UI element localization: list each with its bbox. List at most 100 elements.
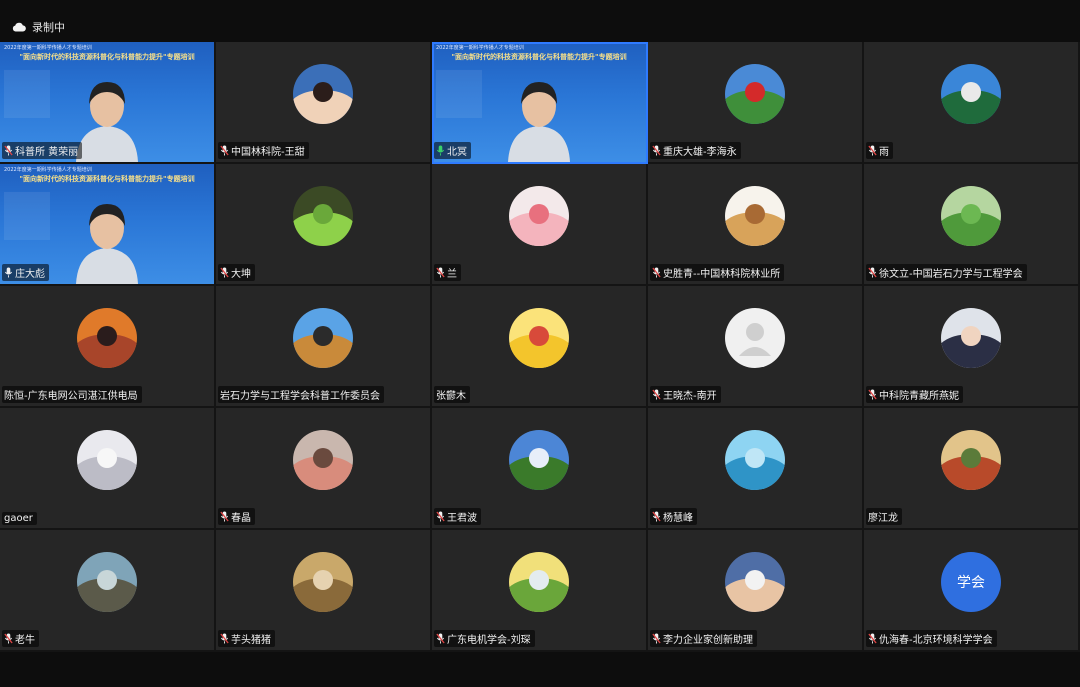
lily-pads-avatar bbox=[941, 186, 1001, 246]
mic-muted-icon bbox=[436, 511, 445, 522]
mic-muted-icon bbox=[436, 633, 445, 644]
participant-name-label: 雨 bbox=[866, 142, 893, 159]
participant-name-label: 重庆大雄-李海永 bbox=[650, 142, 741, 159]
participant-name: 雨 bbox=[879, 147, 889, 158]
participant-tile[interactable]: 老牛 bbox=[0, 530, 216, 652]
participant-name-label: 春晶 bbox=[218, 508, 255, 525]
mic-muted-icon bbox=[652, 389, 661, 400]
landscape-flowers-avatar bbox=[725, 64, 785, 124]
participant-name: 陈恒-广东电网公司湛江供电局 bbox=[4, 391, 138, 402]
bottom-bar bbox=[0, 652, 1080, 687]
participant-tile[interactable]: 王君波 bbox=[432, 408, 648, 530]
participant-tile[interactable]: 杨慧峰 bbox=[648, 408, 864, 530]
participant-tile[interactable]: 春晶 bbox=[216, 408, 432, 530]
slide-subtitle: 2022年度第一期科学传播人才专题培训 bbox=[436, 45, 524, 51]
participant-tile[interactable]: 2022年度第一期科学传播人才专题培训 "面向新时代的科技资源科普化与科普能力提升… bbox=[0, 164, 216, 286]
slide-agenda-box bbox=[4, 192, 50, 240]
participant-name: 兰 bbox=[447, 269, 457, 280]
mic-muted-icon bbox=[868, 145, 877, 156]
participant-tile[interactable]: 李力企业家创新助理 bbox=[648, 530, 864, 652]
participant-tile[interactable]: gaoer bbox=[0, 408, 216, 530]
slide-banner-title: "面向新时代的科技资源科普化与科普能力提升"专题培训 bbox=[19, 175, 195, 183]
participant-video-feed bbox=[76, 82, 138, 162]
participant-tile[interactable]: 广东电机学会-刘琛 bbox=[432, 530, 648, 652]
cartoon-man-hat-avatar bbox=[725, 186, 785, 246]
recording-indicator[interactable]: 录制中 bbox=[12, 19, 65, 35]
cartoon-character-avatar bbox=[293, 552, 353, 612]
participant-name-label: 李力企业家创新助理 bbox=[650, 630, 757, 647]
participant-name-label: 庄大彪 bbox=[2, 264, 49, 281]
participant-name: 史胜青--中国林科院林业所 bbox=[663, 269, 781, 280]
participant-tile[interactable]: 史胜青--中国林科院林业所 bbox=[648, 164, 864, 286]
mic-muted-icon bbox=[4, 145, 13, 156]
participant-tile[interactable]: 重庆大雄-李海永 bbox=[648, 42, 864, 164]
participant-video-feed bbox=[508, 82, 570, 162]
slide-subtitle: 2022年度第一期科学传播人才专题培训 bbox=[4, 45, 92, 51]
participant-tile[interactable]: 廖江龙 bbox=[864, 408, 1080, 530]
slide-agenda-box bbox=[4, 70, 50, 118]
participant-tile[interactable]: 兰 bbox=[432, 164, 648, 286]
participant-name-label: 陈恒-广东电网公司湛江供电局 bbox=[2, 386, 142, 403]
mic-muted-icon bbox=[652, 267, 661, 278]
participant-tile[interactable]: 陈恒-广东电网公司湛江供电局 bbox=[0, 286, 216, 408]
participant-name: 张鬱木 bbox=[436, 391, 466, 402]
participant-tile[interactable]: 芋头猪猪 bbox=[216, 530, 432, 652]
participant-name-label: 中国林科院-王甜 bbox=[218, 142, 309, 159]
participant-name: 仇海春-北京环境科学学会 bbox=[879, 635, 993, 646]
participant-name: 徐文立-中国岩石力学与工程学会 bbox=[879, 269, 1023, 280]
slide-subtitle: 2022年度第一期科学传播人才专题培训 bbox=[4, 167, 92, 173]
participant-name-label: 史胜青--中国林科院林业所 bbox=[650, 264, 785, 281]
sea-avatar bbox=[725, 430, 785, 490]
participant-name: 中科院青藏所燕妮 bbox=[879, 391, 959, 402]
participant-name: 岩石力学与工程学会科普工作委员会 bbox=[220, 391, 380, 402]
participant-name: 重庆大雄-李海永 bbox=[663, 147, 737, 158]
pikachu-avatar bbox=[509, 308, 569, 368]
participant-name-label: 王晓杰-南开 bbox=[650, 386, 721, 403]
participant-name-label: 科普所 黄荣丽 bbox=[2, 142, 83, 159]
participant-name-label: 老牛 bbox=[2, 630, 39, 647]
participant-name: 廖江龙 bbox=[868, 513, 898, 524]
mic-icon bbox=[436, 145, 445, 156]
participant-tile[interactable]: 2022年度第一期科学传播人才专题培训 "面向新时代的科技资源科普化与科普能力提升… bbox=[0, 42, 216, 164]
participant-name: 大坤 bbox=[231, 269, 251, 280]
participant-name: 春晶 bbox=[231, 513, 251, 524]
palm-tree-avatar bbox=[941, 64, 1001, 124]
participant-name: 中国林科院-王甜 bbox=[231, 147, 305, 158]
participant-tile[interactable]: 王晓杰-南开 bbox=[648, 286, 864, 408]
participant-tile[interactable]: 雨 bbox=[864, 42, 1080, 164]
mic-muted-icon bbox=[220, 633, 229, 644]
participant-tile[interactable]: 2022年度第一期科学传播人才专题培训 "面向新时代的科技资源科普化与科普能力提升… bbox=[432, 42, 648, 164]
mic-muted-icon bbox=[652, 145, 661, 156]
participant-name: 王君波 bbox=[447, 513, 477, 524]
participant-name: 芋头猪猪 bbox=[231, 635, 271, 646]
mic-muted-icon bbox=[4, 633, 13, 644]
participant-tile[interactable]: 大坤 bbox=[216, 164, 432, 286]
top-bar: 录制中 bbox=[0, 0, 1080, 42]
mic-icon bbox=[4, 267, 13, 278]
white-flower-avatar bbox=[77, 430, 137, 490]
participant-name: 老牛 bbox=[15, 635, 35, 646]
participant-name: 庄大彪 bbox=[15, 269, 45, 280]
participant-name: 北冥 bbox=[447, 147, 467, 158]
person-sky-avatar bbox=[293, 308, 353, 368]
participant-tile[interactable]: 岩石力学与工程学会科普工作委员会 bbox=[216, 286, 432, 408]
participant-tile[interactable]: 中科院青藏所燕妮 bbox=[864, 286, 1080, 408]
participant-name: 科普所 黄荣丽 bbox=[15, 147, 79, 158]
girl-painting-avatar bbox=[293, 430, 353, 490]
participant-tile[interactable]: 张鬱木 bbox=[432, 286, 648, 408]
rocky-coast-avatar bbox=[77, 552, 137, 612]
participant-name-label: 北冥 bbox=[434, 142, 471, 159]
participant-name-label: 仇海春-北京环境科学学会 bbox=[866, 630, 997, 647]
participant-name-label: 岩石力学与工程学会科普工作委员会 bbox=[218, 386, 384, 403]
mic-muted-icon bbox=[652, 511, 661, 522]
participant-tile[interactable]: 学会 仇海春-北京环境科学学会 bbox=[864, 530, 1080, 652]
autumn-painting-avatar bbox=[941, 430, 1001, 490]
default-user-avatar bbox=[725, 308, 785, 368]
pink-blob-avatar bbox=[509, 186, 569, 246]
participant-name-label: 中科院青藏所燕妮 bbox=[866, 386, 963, 403]
anime-boy-avatar bbox=[941, 308, 1001, 368]
mic-muted-icon bbox=[436, 267, 445, 278]
participant-name-label: 兰 bbox=[434, 264, 461, 281]
participant-tile[interactable]: 徐文立-中国岩石力学与工程学会 bbox=[864, 164, 1080, 286]
participant-tile[interactable]: 中国林科院-王甜 bbox=[216, 42, 432, 164]
